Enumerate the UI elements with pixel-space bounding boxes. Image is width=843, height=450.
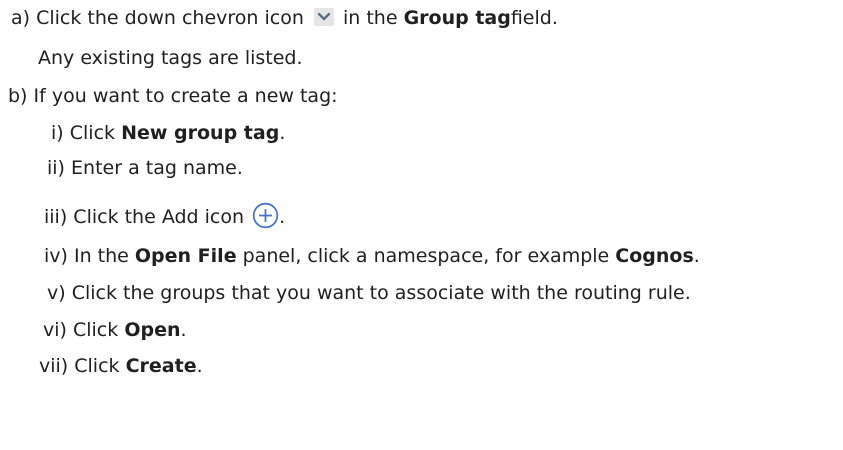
substep-ii: ii) Enter a tag name.	[47, 156, 243, 180]
substep-vi-text: Click	[72, 319, 119, 341]
open-file-label: Open File	[134, 245, 237, 267]
substep-i-text: Click	[69, 122, 116, 144]
cognos-label: Cognos	[615, 245, 694, 267]
substep-iv-text-mid: panel, click a namespace, for example	[242, 245, 610, 267]
step-a-text-end: field.	[510, 7, 558, 29]
chevron-down-icon	[313, 8, 334, 26]
open-label: Open	[124, 319, 181, 341]
step-a-text-mid: in the	[342, 7, 398, 29]
substep-v-text: Click the groups that you want to associ…	[71, 282, 691, 304]
step-a-text: Click the down chevron icon	[36, 7, 304, 29]
substep-i-marker: i)	[51, 122, 64, 144]
step-b-marker: b)	[8, 85, 28, 107]
substep-iii-end: .	[279, 206, 286, 228]
substep-ii-text: Enter a tag name.	[71, 157, 243, 179]
step-b: b) If you want to create a new tag:	[8, 84, 338, 108]
substep-i: i) Click New group tag.	[51, 121, 285, 145]
substep-iv-end: .	[693, 245, 700, 267]
group-tag-label: Group tag	[403, 7, 511, 29]
substep-v-marker: v)	[47, 282, 66, 304]
create-label: Create	[125, 355, 197, 377]
substep-vi-end: .	[180, 319, 187, 341]
substep-vi: vi) Click Open.	[43, 318, 187, 342]
new-group-tag-label: New group tag	[121, 122, 280, 144]
substep-vi-marker: vi)	[43, 319, 67, 341]
substep-i-end: .	[279, 122, 286, 144]
step-a-note: Any existing tags are listed.	[38, 47, 303, 69]
substep-iii-text: Click the Add icon	[73, 206, 245, 228]
substep-vii-text: Click	[74, 355, 120, 377]
substep-vii-end: .	[196, 355, 203, 377]
substep-vii: vii) Click Create.	[39, 354, 203, 378]
step-a: a) Click the down chevron icon in the Gr…	[11, 6, 558, 30]
substep-iii: iii) Click the Add icon .	[44, 202, 285, 235]
substep-iv-text: In the	[73, 245, 129, 267]
add-circle-icon	[252, 202, 279, 235]
step-a-marker: a)	[11, 7, 31, 29]
substep-iv: iv) In the Open File panel, click a name…	[44, 244, 700, 268]
substep-iii-marker: iii)	[44, 206, 68, 228]
substep-iv-marker: iv)	[44, 245, 68, 267]
substep-v: v) Click the groups that you want to ass…	[47, 281, 691, 305]
step-b-text: If you want to create a new tag:	[33, 85, 338, 107]
substep-ii-marker: ii)	[47, 157, 65, 179]
substep-vii-marker: vii)	[39, 355, 69, 377]
